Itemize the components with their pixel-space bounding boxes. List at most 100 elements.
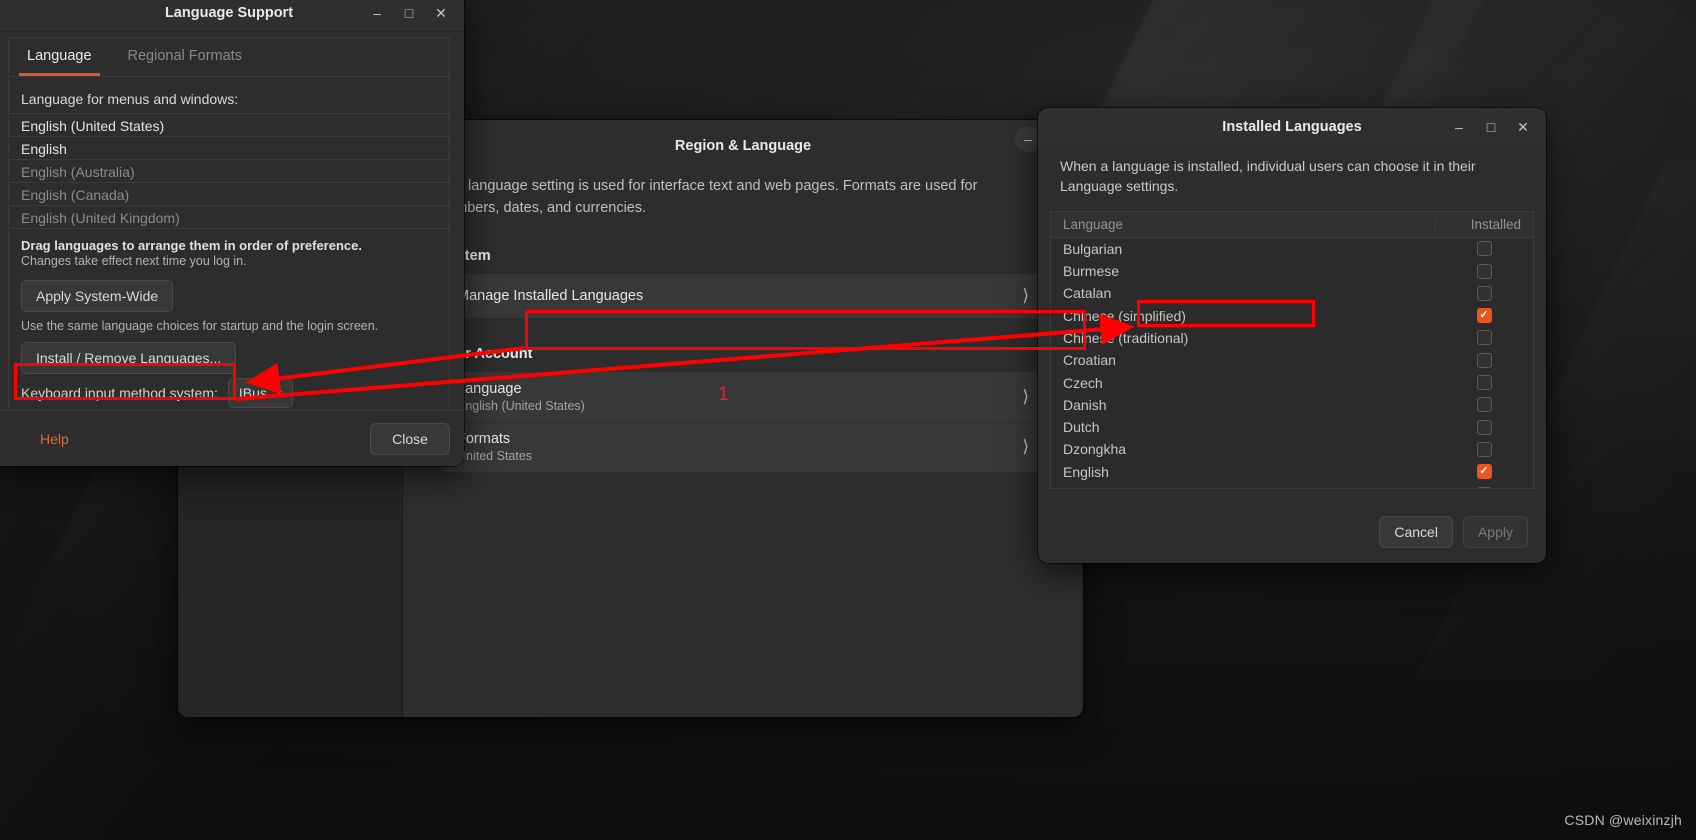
chevron-down-icon: ▾ (276, 387, 282, 399)
column-header-installed: Installed (1435, 216, 1533, 232)
install-remove-languages-button[interactable]: Install / Remove Languages... (21, 342, 237, 374)
system-section-heading: System (439, 247, 491, 264)
language-name: English (1063, 463, 1109, 480)
installed-checkbox[interactable] (1476, 486, 1492, 488)
table-row[interactable]: Danish (1051, 394, 1533, 416)
installed-cell (1435, 263, 1533, 279)
installed-checkbox[interactable] (1476, 419, 1492, 435)
language-tab-panel: Language for menus and windows: English … (8, 77, 450, 427)
page-title: Region & Language (674, 138, 812, 154)
language-name: Danish (1063, 396, 1107, 413)
apply-system-wide-note: Use the same language choices for startu… (21, 319, 379, 333)
annotation-step-number: 1 (718, 384, 729, 405)
keyboard-input-method-value: IBus (238, 385, 267, 401)
language-name: Chinese (simplified) (1063, 307, 1186, 324)
settings-titlebar: Region & Language – □ (403, 120, 1083, 172)
preferred-language-row[interactable]: English (9, 137, 449, 160)
language-name: Croatian (1063, 352, 1116, 369)
installed-cell (1435, 464, 1533, 480)
apply-system-wide-button[interactable]: Apply System-Wide (21, 280, 174, 312)
language-name: Czech (1063, 374, 1103, 391)
preferred-language-row[interactable]: English (Canada) (9, 183, 449, 206)
tab-language[interactable]: Language (9, 37, 110, 76)
region-description: The language setting is used for interfa… (439, 178, 978, 216)
account-card: Language English (United States) ⟩ Forma… (439, 371, 1047, 472)
language-list-label: Language for menus and windows: (21, 91, 239, 107)
table-row[interactable]: Croatian (1051, 349, 1533, 371)
installed-cell (1435, 285, 1533, 301)
language-name: Catalan (1063, 285, 1112, 302)
language-name: Bulgarian (1063, 240, 1123, 257)
account-row-language[interactable]: Language English (United States) ⟩ (439, 372, 1047, 422)
installed-checkbox[interactable] (1476, 241, 1492, 257)
table-row[interactable]: Dutch (1051, 416, 1533, 438)
minimize-icon[interactable]: – (364, 0, 390, 26)
table-row[interactable]: Chinese (simplified) (1051, 304, 1533, 326)
minimize-icon[interactable]: – (1446, 114, 1472, 140)
manage-installed-languages-row[interactable]: Manage Installed Languages ⟩ (439, 274, 1047, 318)
help-link[interactable]: Help (40, 431, 69, 447)
table-row[interactable]: Bulgarian (1051, 238, 1533, 260)
preferred-language-row[interactable]: English (United States) (9, 114, 449, 137)
table-row[interactable]: Burmese (1051, 260, 1533, 282)
installed-cell (1435, 419, 1533, 435)
language-name: Esperanto (1051, 486, 1435, 488)
manage-installed-languages-label: Manage Installed Languages (457, 287, 644, 304)
drag-hint-bold: Drag languages to arrange them in order … (21, 238, 362, 253)
language-name: Dutch (1063, 419, 1100, 436)
language-name: Burmese (1063, 263, 1120, 280)
keyboard-input-method-select[interactable]: IBus ▾ (227, 378, 293, 408)
preferred-language-list[interactable]: English (United States) English English (A… (9, 113, 449, 229)
installed-checkbox[interactable] (1476, 285, 1492, 301)
dialog-footer: Cancel Apply (1038, 501, 1546, 563)
tab-regional-formats[interactable]: Regional Formats (110, 37, 260, 76)
installed-checkbox[interactable] (1476, 441, 1492, 457)
table-row[interactable]: Catalan (1051, 282, 1533, 304)
apply-button[interactable]: Apply (1462, 516, 1528, 548)
language-support-window-controls: – □ ✕ (364, 0, 454, 32)
account-section-heading: Your Account (439, 345, 533, 362)
installed-checkbox[interactable] (1476, 375, 1492, 391)
preferred-language-row[interactable]: English (Australia) (9, 160, 449, 183)
installed-cell (1435, 441, 1533, 457)
account-row-formats[interactable]: Formats United States ⟩ (439, 421, 1047, 472)
close-icon[interactable]: ✕ (428, 0, 454, 26)
row-subtitle: United States (457, 449, 533, 463)
installed-checkbox[interactable] (1476, 263, 1492, 279)
installed-description: When a language is installed, individual… (1060, 158, 1476, 195)
installed-window-controls: – □ ✕ (1446, 108, 1536, 146)
language-name: Chinese (traditional) (1063, 329, 1189, 346)
row-title: Formats (457, 431, 511, 447)
close-button[interactable]: Close (370, 422, 450, 455)
installed-checkbox[interactable] (1476, 464, 1492, 480)
close-icon[interactable]: ✕ (1510, 114, 1536, 140)
screen: CSDN @weixinzjh Keyboard (0, 0, 1696, 840)
drag-hint-small: Changes take effect next time you log in… (21, 254, 247, 268)
installed-cell (1435, 241, 1533, 257)
installed-languages-table: Language Installed Bulgarian Burmese Catal… (1050, 210, 1534, 489)
installed-checkbox[interactable] (1476, 330, 1492, 346)
installed-checkbox[interactable] (1476, 397, 1492, 413)
maximize-icon[interactable]: □ (396, 0, 422, 26)
language-name: Dzongkha (1063, 441, 1127, 458)
language-support-window: Language Support – □ ✕ Language Regional… (0, 0, 464, 466)
language-support-footer: Help Close (0, 410, 464, 466)
chevron-right-icon: ⟩ (1022, 386, 1029, 406)
preferred-language-row[interactable]: English (United Kingdom) (9, 206, 449, 229)
column-header-language: Language (1063, 216, 1124, 232)
table-row[interactable]: Dzongkha (1051, 438, 1533, 460)
table-row[interactable]: English (1051, 461, 1533, 483)
table-row[interactable]: Czech (1051, 371, 1533, 393)
table-row[interactable]: Esperanto (1051, 483, 1533, 488)
watermark: CSDN @weixinzjh (1564, 812, 1682, 828)
maximize-icon[interactable]: □ (1478, 114, 1504, 140)
installed-cell (1435, 486, 1533, 488)
cancel-button[interactable]: Cancel (1379, 516, 1453, 548)
chevron-right-icon: ⟩ (1022, 437, 1029, 456)
installed-checkbox[interactable] (1476, 308, 1492, 324)
keyboard-input-method-label: Keyboard input method system: (21, 385, 218, 401)
tabbar: Language Regional Formats (8, 37, 450, 77)
table-row[interactable]: Chinese (traditional) (1051, 327, 1533, 349)
installed-checkbox[interactable] (1476, 352, 1492, 368)
installed-cell (1435, 352, 1533, 368)
